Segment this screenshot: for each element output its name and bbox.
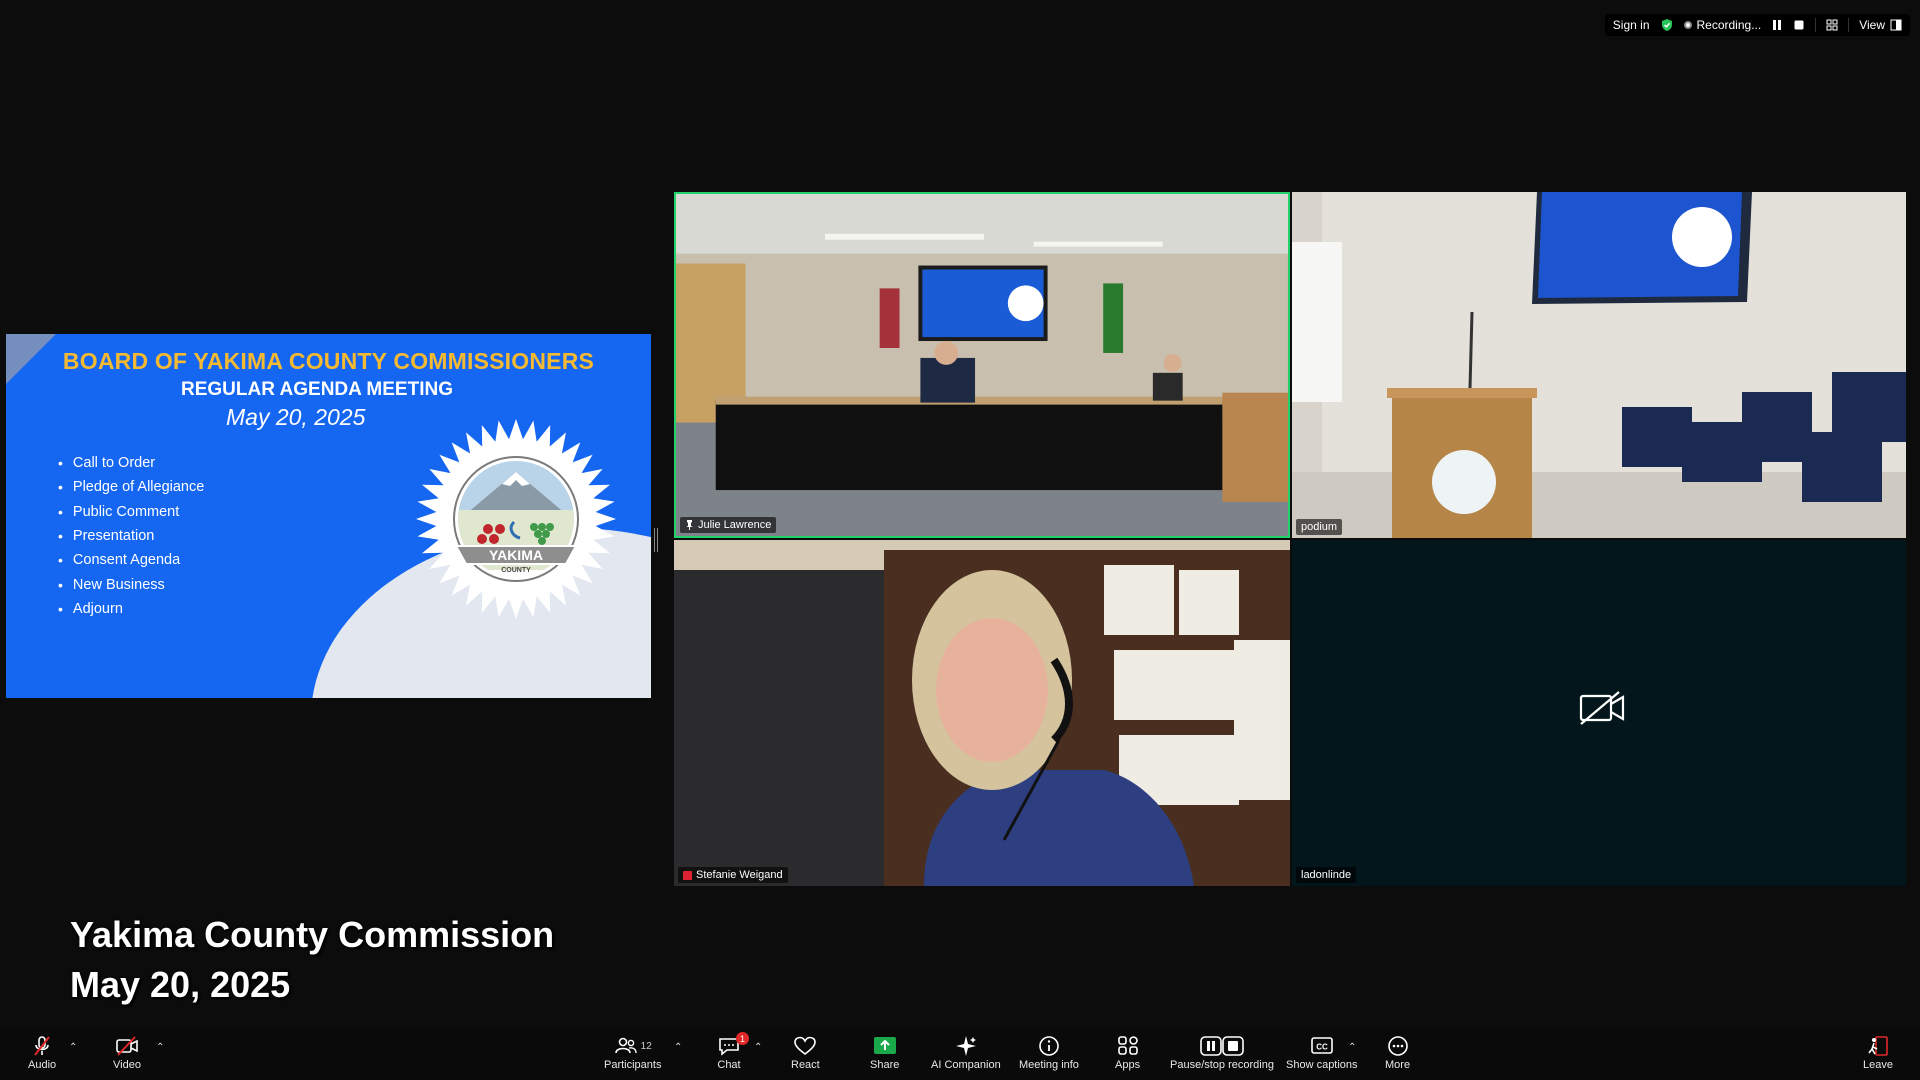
slide-date: May 20, 2025	[226, 404, 366, 430]
audio-options-chevron-icon[interactable]: ⌃	[69, 1042, 77, 1053]
video-tile-ladonlinde[interactable]: ladonlinde	[1292, 540, 1906, 886]
agenda-item: Presentation	[58, 524, 204, 548]
video-tile-stefanie-weigand[interactable]: Stefanie Weigand	[674, 540, 1290, 886]
panel-resize-handle[interactable]	[654, 528, 658, 552]
leave-button[interactable]: Leave	[1863, 1033, 1893, 1071]
pause-stop-label: Pause/stop recording	[1170, 1059, 1274, 1071]
view-button[interactable]: View	[1859, 18, 1902, 32]
seal-text: YAKIMA	[489, 547, 543, 563]
participant-name: podium	[1301, 521, 1338, 533]
participant-name-label: ladonlinde	[1296, 867, 1357, 883]
audio-label: Audio	[28, 1059, 57, 1071]
meeting-info-button[interactable]: Meeting info	[1019, 1033, 1079, 1071]
pin-icon	[686, 520, 693, 530]
video-off-icon	[1579, 691, 1625, 725]
recording-dot-icon	[1683, 21, 1692, 29]
agenda-item: Adjourn	[58, 597, 204, 621]
divider	[1815, 18, 1817, 32]
share-button[interactable]: Share	[870, 1033, 899, 1071]
caption-title: Yakima County Commission	[70, 914, 555, 955]
pause-stop-icon	[1200, 1036, 1244, 1056]
view-layout-icon	[1890, 19, 1902, 31]
podium-room-video	[1292, 192, 1906, 538]
recording-label: Recording...	[1696, 18, 1762, 32]
video-label: Video	[113, 1059, 141, 1071]
participant-name: ladonlinde	[1301, 869, 1352, 881]
chat-options-chevron-icon[interactable]: ⌃	[754, 1042, 762, 1053]
ai-companion-button[interactable]: AI Companion	[931, 1033, 1001, 1071]
pause-stop-recording-button[interactable]: Pause/stop recording	[1170, 1033, 1274, 1071]
slide-subtitle: REGULAR AGENDA MEETING	[181, 379, 453, 400]
captions-label: Show captions	[1286, 1059, 1358, 1071]
recording-indicator[interactable]: Recording...	[1683, 18, 1762, 32]
agenda-list: Call to Order Pledge of Allegiance Publi…	[58, 451, 204, 621]
camera-off-icon	[116, 1036, 138, 1056]
more-button[interactable]: More	[1385, 1033, 1410, 1071]
microphone-muted-icon	[34, 1036, 50, 1056]
meeting-info-label: Meeting info	[1019, 1059, 1079, 1071]
participants-options-chevron-icon[interactable]: ⌃	[674, 1042, 682, 1053]
broadcast-caption: Yakima County Commission May 20, 2025	[70, 910, 554, 1010]
stop-recording-icon[interactable]	[1793, 19, 1805, 31]
sign-in-button[interactable]: Sign in	[1613, 18, 1650, 32]
share-screen-icon	[873, 1037, 896, 1054]
chat-label: Chat	[717, 1059, 741, 1071]
react-button[interactable]: React	[791, 1033, 820, 1071]
leave-exit-icon	[1868, 1036, 1888, 1056]
meeting-room-video	[676, 194, 1288, 536]
shared-screen-slide[interactable]: BOARD OF YAKIMA COUNTY COMMISSIONERS REG…	[6, 334, 651, 698]
divider	[1848, 18, 1850, 32]
video-tile-podium[interactable]: podium	[1292, 192, 1906, 538]
participant-name-label: podium	[1296, 519, 1343, 535]
gallery-grid-icon[interactable]	[1826, 19, 1838, 31]
apps-label: Apps	[1115, 1059, 1141, 1071]
view-label: View	[1859, 18, 1885, 32]
yakima-county-seal-logo: YAKIMA COUNTY	[416, 419, 616, 619]
muted-mic-icon	[683, 870, 692, 880]
agenda-item: Consent Agenda	[58, 548, 204, 572]
participant-name-label: Julie Lawrence	[680, 517, 777, 533]
participant-name-label: Stefanie Weigand	[678, 867, 788, 883]
svg-text:CC: CC	[1316, 1043, 1328, 1052]
video-button[interactable]: Video	[113, 1033, 141, 1071]
heart-icon	[794, 1036, 817, 1056]
apps-icon	[1117, 1036, 1138, 1055]
top-bar: Sign in Recording... View	[1604, 14, 1910, 36]
react-label: React	[791, 1059, 820, 1071]
more-label: More	[1385, 1059, 1411, 1071]
info-icon	[1039, 1036, 1059, 1056]
more-ellipsis-icon	[1387, 1036, 1408, 1056]
ai-sparkle-icon	[955, 1036, 976, 1056]
meeting-toolbar: Audio ⌃ Video ⌃ 12 Participants ⌃ 1 Chat…	[0, 1030, 1920, 1080]
agenda-item: Call to Order	[58, 451, 204, 475]
participants-icon	[614, 1037, 637, 1054]
participant-count: 12	[640, 1040, 652, 1052]
participants-label: Participants	[604, 1059, 662, 1071]
pause-recording-icon[interactable]	[1771, 19, 1783, 31]
audio-button[interactable]: Audio	[28, 1033, 56, 1071]
leave-label: Leave	[1863, 1059, 1893, 1071]
video-tile-julie-lawrence[interactable]: Julie Lawrence	[674, 192, 1290, 538]
seal-subtext: COUNTY	[501, 567, 531, 574]
webcam-video	[674, 540, 1290, 886]
show-captions-button[interactable]: CC Show captions	[1286, 1033, 1358, 1071]
ai-companion-label: AI Companion	[931, 1059, 1001, 1071]
chat-button[interactable]: 1 Chat	[717, 1032, 749, 1071]
participant-name: Julie Lawrence	[698, 519, 772, 531]
chat-unread-badge: 1	[736, 1032, 749, 1045]
caption-date: May 20, 2025	[70, 964, 291, 1005]
video-options-chevron-icon[interactable]: ⌃	[156, 1042, 164, 1053]
closed-captions-icon: CC	[1310, 1037, 1333, 1054]
participant-name: Stefanie Weigand	[696, 869, 783, 881]
agenda-item: Pledge of Allegiance	[58, 475, 204, 499]
encryption-shield-icon[interactable]	[1660, 18, 1674, 32]
captions-options-chevron-icon[interactable]: ⌃	[1348, 1042, 1356, 1053]
slide-title: BOARD OF YAKIMA COUNTY COMMISSIONERS	[62, 348, 595, 374]
agenda-item: New Business	[58, 572, 204, 596]
participants-button[interactable]: 12 Participants	[604, 1033, 661, 1071]
apps-button[interactable]: Apps	[1115, 1033, 1140, 1071]
agenda-item: Public Comment	[58, 500, 204, 524]
share-label: Share	[870, 1059, 900, 1071]
